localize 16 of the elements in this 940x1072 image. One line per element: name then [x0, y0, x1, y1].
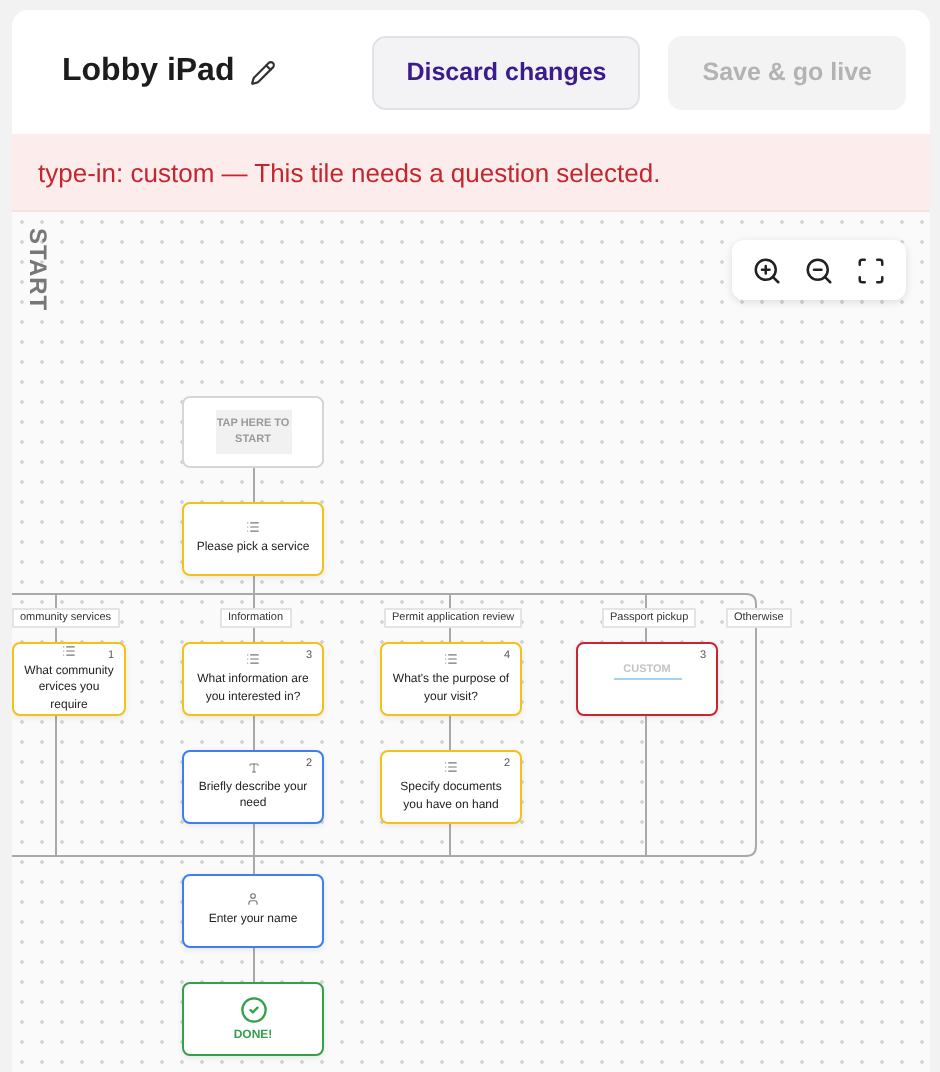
list-icon	[246, 652, 260, 667]
zoom-in-icon[interactable]	[751, 255, 782, 285]
list-icon	[62, 644, 76, 659]
lane-label: START	[24, 228, 52, 312]
fullscreen-icon[interactable]	[856, 255, 887, 285]
zoom-out-icon[interactable]	[803, 255, 834, 285]
person-icon	[246, 892, 260, 907]
list-icon	[444, 652, 458, 667]
discard-button[interactable]: Discard changes	[372, 35, 641, 109]
edit-icon[interactable]	[250, 59, 277, 85]
page-title: Lobby iPad	[62, 54, 235, 90]
text-icon	[247, 761, 259, 774]
list-icon	[246, 520, 260, 535]
error-message: type-in: custom — This tile needs a question selected.	[12, 134, 930, 212]
check-circle-icon	[239, 996, 267, 1024]
list-icon	[444, 760, 458, 775]
